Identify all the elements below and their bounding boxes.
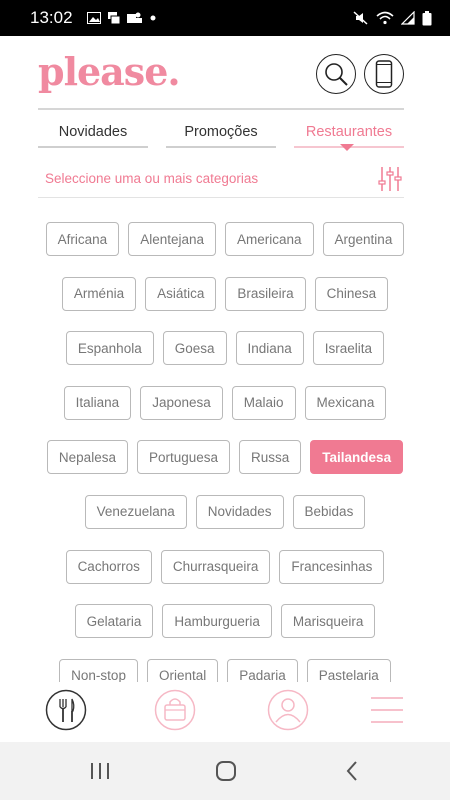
category-chip-asiatica[interactable]: Asiática: [145, 276, 217, 311]
category-chip-indiana[interactable]: Indiana: [235, 331, 304, 366]
status-bar: 13:02: [0, 0, 450, 36]
category-chip-mexicana[interactable]: Mexicana: [304, 385, 387, 420]
chip-row: Gelataria Hamburgueria Marisqueira: [0, 604, 450, 639]
status-notification-icons: [86, 12, 157, 24]
recent-apps-icon: [91, 763, 109, 779]
category-chip-nepalesa[interactable]: Nepalesa: [46, 440, 128, 475]
status-time: 13:02: [30, 8, 73, 27]
image-icon: [86, 12, 101, 24]
teams-icon: [126, 12, 142, 23]
back-button[interactable]: [340, 759, 364, 783]
chip-row: Italiana Japonesa Malaio Mexicana: [0, 385, 450, 420]
category-chip-pastelaria[interactable]: Pastelaria: [306, 658, 391, 682]
mute-icon: [353, 11, 368, 25]
category-chip-chinesa[interactable]: Chinesa: [314, 276, 389, 311]
category-chip-non-stop[interactable]: Non-stop: [59, 658, 138, 682]
category-chip-gelataria[interactable]: Gelataria: [74, 604, 154, 639]
tab-novidades[interactable]: Novidades: [38, 118, 148, 152]
home-button[interactable]: [214, 759, 238, 783]
active-tab-indicator: [340, 144, 354, 151]
category-chip-oriental[interactable]: Oriental: [146, 658, 219, 682]
chip-row: Cachorros Churrasqueira Francesinhas: [0, 549, 450, 584]
app-screen: 13:02 please. Novidades Promoções Restau…: [0, 0, 450, 800]
app-header: please.: [0, 36, 450, 111]
category-chip-armenia[interactable]: Arménia: [61, 276, 137, 311]
category-chip-francesinhas[interactable]: Francesinhas: [279, 549, 385, 584]
category-chip-novidades[interactable]: Novidades: [195, 494, 284, 529]
status-system-icons: [353, 10, 432, 26]
chip-row: Espanhola Goesa Indiana Israelita: [0, 331, 450, 366]
nav-orders[interactable]: [154, 689, 196, 731]
category-chip-japonesa[interactable]: Japonesa: [140, 385, 223, 420]
category-chip-venezuelana[interactable]: Venezuelana: [84, 494, 187, 529]
category-chip-tailandesa[interactable]: Tailandesa: [310, 440, 404, 475]
bottom-navigation: [0, 682, 450, 742]
phone-icon: [375, 60, 393, 88]
chip-row: Nepalesa Portuguesa Russa Tailandesa: [0, 440, 450, 475]
category-chip-argentina[interactable]: Argentina: [322, 222, 405, 256]
category-chip-churrasqueira[interactable]: Churrasqueira: [160, 549, 271, 584]
search-button[interactable]: [316, 54, 356, 94]
dot-icon: [150, 15, 156, 21]
shopping-bag-icon: [154, 689, 196, 731]
category-chip-africana[interactable]: Africana: [45, 222, 120, 256]
category-chip-marisqueira[interactable]: Marisqueira: [280, 604, 376, 639]
call-button[interactable]: [364, 54, 404, 94]
nav-restaurants[interactable]: [45, 689, 87, 731]
category-chip-espanhola[interactable]: Espanhola: [65, 331, 154, 366]
search-icon: [325, 63, 348, 86]
category-chip-hamburgueria[interactable]: Hamburgueria: [162, 604, 272, 639]
chip-row: Africana Alentejana Americana Argentina: [0, 222, 450, 256]
category-chip-brasileira[interactable]: Brasileira: [225, 276, 306, 311]
category-chip-cachorros[interactable]: Cachorros: [65, 549, 152, 584]
category-chip-italiana[interactable]: Italiana: [63, 385, 132, 420]
battery-icon: [422, 10, 432, 25]
category-chip-israelita[interactable]: Israelita: [312, 331, 385, 366]
category-chip-portuguesa[interactable]: Portuguesa: [136, 440, 231, 475]
nav-menu[interactable]: [366, 689, 408, 731]
category-chip-bebidas[interactable]: Bebidas: [292, 494, 366, 529]
category-chip-padaria[interactable]: Padaria: [227, 658, 298, 682]
chip-row: Venezuelana Novidades Bebidas: [0, 494, 450, 529]
chip-row: Non-stop Oriental Padaria Pastelaria: [0, 658, 450, 682]
category-chip-grid: Africana Alentejana Americana Argentina Armé…: [0, 222, 450, 682]
hamburger-menu-icon: [371, 697, 403, 723]
category-filter[interactable]: Seleccione uma ou mais categorias: [38, 162, 404, 198]
home-icon: [216, 761, 236, 781]
category-chip-malaio[interactable]: Malaio: [231, 385, 296, 420]
nav-profile[interactable]: [267, 689, 309, 731]
category-chip-russa[interactable]: Russa: [239, 440, 302, 475]
filter-label: Seleccione uma ou mais categorias: [45, 171, 259, 186]
recent-apps-button[interactable]: [88, 759, 112, 783]
user-icon: [267, 689, 309, 731]
app-logo: please.: [38, 49, 181, 94]
category-chip-americana[interactable]: Americana: [225, 222, 314, 256]
fork-knife-icon: [45, 689, 87, 731]
header-divider: [38, 108, 404, 110]
back-icon: [346, 761, 357, 781]
chip-row: Arménia Asiática Brasileira Chinesa: [0, 276, 450, 311]
signal-icon: [401, 11, 415, 25]
system-navigation-bar: [0, 742, 450, 800]
category-chip-alentejana[interactable]: Alentejana: [128, 222, 216, 256]
account-switch-icon: [107, 12, 121, 24]
wifi-icon: [376, 11, 394, 25]
sliders-icon[interactable]: [378, 165, 402, 193]
category-chip-goesa[interactable]: Goesa: [162, 331, 227, 366]
tab-promocoes[interactable]: Promoções: [166, 118, 276, 152]
